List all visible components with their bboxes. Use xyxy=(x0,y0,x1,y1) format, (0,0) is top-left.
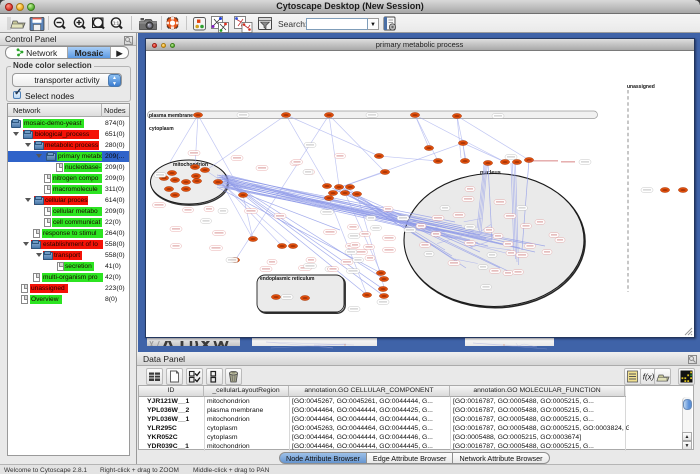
svg-text:unassigned: unassigned xyxy=(627,84,655,90)
svg-text:cytoplasm: cytoplasm xyxy=(149,126,174,132)
svg-text:1:1: 1:1 xyxy=(113,21,120,26)
svg-text:f(x): f(x) xyxy=(643,373,655,382)
svg-text:plasma membrane: plasma membrane xyxy=(149,113,193,119)
svg-text:endoplasmic reticulum: endoplasmic reticulum xyxy=(260,276,315,282)
